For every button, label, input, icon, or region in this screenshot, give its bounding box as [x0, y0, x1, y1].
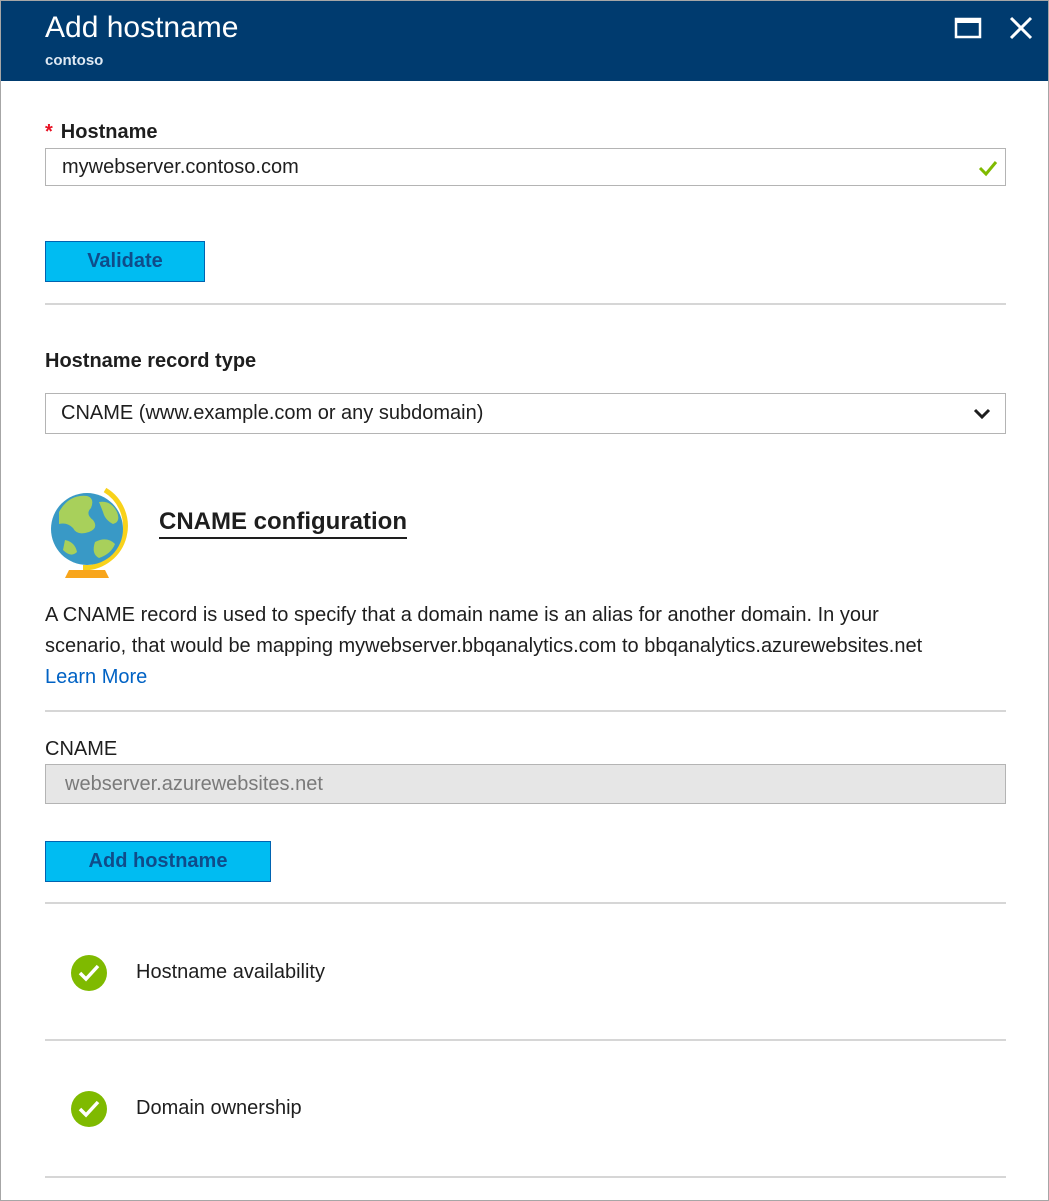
divider	[45, 1039, 1006, 1041]
status-label: Hostname availability	[136, 961, 325, 983]
valid-check-icon	[978, 161, 998, 177]
learn-more-link[interactable]: Learn More	[45, 666, 147, 688]
success-check-icon	[71, 955, 107, 991]
success-check-icon	[71, 1091, 107, 1127]
cname-input: webserver.azurewebsites.net	[45, 764, 1006, 804]
maximize-icon	[954, 17, 982, 39]
hostname-label: * Hostname	[45, 121, 158, 143]
divider	[45, 710, 1006, 712]
description-line: A CNAME record is used to specify that a…	[45, 604, 879, 626]
add-hostname-button[interactable]: Add hostname	[45, 841, 271, 882]
maximize-button[interactable]	[953, 13, 983, 43]
divider	[45, 303, 1006, 305]
status-label: Domain ownership	[136, 1097, 302, 1119]
record-type-dropdown[interactable]: CNAME (www.example.com or any subdomain)	[45, 393, 1006, 434]
globe-icon	[51, 487, 128, 578]
blade-header: Add hostname contoso	[1, 1, 1048, 81]
required-marker: *	[45, 121, 53, 143]
validate-button[interactable]: Validate	[45, 241, 205, 282]
hostname-input-value: mywebserver.contoso.com	[62, 156, 299, 178]
close-icon	[1009, 16, 1033, 40]
divider	[45, 1176, 1006, 1178]
blade-title: Add hostname	[45, 11, 239, 44]
description-line: scenario, that would be mapping mywebser…	[45, 635, 923, 657]
hostname-input[interactable]: mywebserver.contoso.com	[45, 148, 1006, 186]
close-button[interactable]	[1006, 13, 1036, 43]
chevron-down-icon	[973, 408, 991, 420]
record-type-label: Hostname record type	[45, 350, 257, 372]
add-hostname-blade: Add hostname contoso * Hostname mywebserv…	[0, 0, 1049, 1201]
record-type-selected: CNAME (www.example.com or any subdomain)	[61, 402, 484, 424]
cname-section-title: CNAME configuration	[159, 508, 407, 539]
cname-description: A CNAME record is used to specify that a…	[45, 600, 1010, 693]
blade-subtitle: contoso	[45, 52, 104, 69]
cname-input-value: webserver.azurewebsites.net	[65, 773, 323, 795]
divider	[45, 902, 1006, 904]
cname-label: CNAME	[45, 738, 118, 760]
